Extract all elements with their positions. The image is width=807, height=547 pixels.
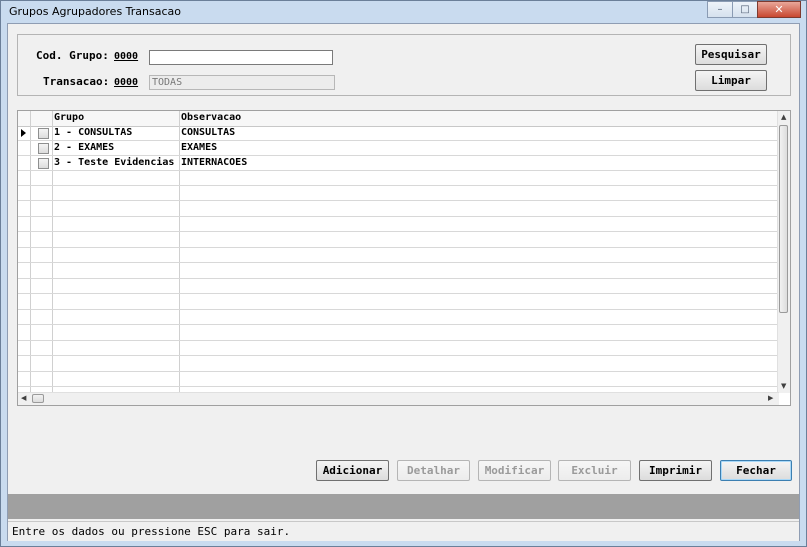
modificar-button[interactable]: Modificar [478,460,551,481]
transacao-input: TODAS [149,75,335,90]
row-checkbox[interactable] [38,158,49,169]
scroll-right-icon[interactable]: ▶ [768,394,773,402]
excluir-button[interactable]: Excluir [558,460,631,481]
close-button[interactable]: ✕ [757,1,801,18]
client-area: Cod. Grupo: 0000 Transacao: 0000 TODAS P… [7,23,800,541]
pesquisar-button[interactable]: Pesquisar [695,44,767,65]
column-header-observacao[interactable]: Observacao [181,112,241,123]
cell-observacao: INTERNACOES [181,157,248,168]
transacao-code[interactable]: 0000 [114,77,138,88]
detalhar-button[interactable]: Detalhar [397,460,470,481]
empty-row[interactable] [18,202,779,217]
empty-row[interactable] [18,186,779,201]
empty-row[interactable] [18,341,779,356]
status-message: Entre os dados ou pressione ESC para sai… [12,525,291,538]
empty-row[interactable] [18,217,779,232]
scroll-down-icon[interactable]: ▼ [781,382,786,390]
status-divider-bar [8,494,799,519]
empty-row[interactable] [18,310,779,325]
empty-row[interactable] [18,264,779,279]
empty-row[interactable] [18,372,779,387]
limpar-button[interactable]: Limpar [695,70,767,91]
title-bar[interactable]: Grupos Agrupadores Transacao – □ ✕ [1,1,806,23]
row-checkbox[interactable] [38,128,49,139]
scroll-left-icon[interactable]: ◀ [21,394,26,402]
window-title: Grupos Agrupadores Transacao [9,5,181,18]
vertical-scroll-thumb[interactable] [779,125,788,313]
cod-grupo-label: Cod. Grupo: [36,49,109,62]
imprimir-button[interactable]: Imprimir [639,460,712,481]
horizontal-scroll-thumb[interactable] [32,394,44,403]
empty-row[interactable] [18,279,779,294]
column-header-grupo[interactable]: Grupo [54,112,84,123]
row-checkbox[interactable] [38,143,49,154]
cell-grupo: 2 - EXAMES [54,142,115,153]
fechar-button[interactable]: Fechar [720,460,792,481]
minimize-button[interactable]: – [707,1,733,18]
table-row[interactable]: 3 - Teste Evidencias INTERNACOES [18,156,779,171]
app-window: Grupos Agrupadores Transacao – □ ✕ Cod. … [0,0,807,547]
row-pointer-icon [21,129,26,137]
empty-row[interactable] [18,357,779,372]
empty-row[interactable] [18,295,779,310]
empty-row[interactable] [18,326,779,341]
cell-observacao: EXAMES [181,142,218,153]
cell-grupo: 3 - Teste Evidencias [54,157,175,168]
table-row[interactable]: 2 - EXAMES EXAMES [18,141,779,156]
window-controls: – □ ✕ [707,1,801,18]
cod-grupo-code[interactable]: 0000 [114,51,138,62]
adicionar-button[interactable]: Adicionar [316,460,389,481]
empty-row[interactable] [18,233,779,248]
groups-grid[interactable]: Grupo Observacao 1 - CONSULTAS CONSULTAS… [17,110,791,406]
filter-panel: Cod. Grupo: 0000 Transacao: 0000 TODAS P… [17,34,791,96]
cod-grupo-input[interactable] [149,50,333,65]
empty-row[interactable] [18,171,779,186]
cell-observacao: CONSULTAS [181,127,236,138]
table-row[interactable]: 1 - CONSULTAS CONSULTAS [18,126,779,141]
grid-header: Grupo Observacao [18,111,779,127]
horizontal-scrollbar[interactable]: ◀ ▶ [18,392,779,405]
status-bar: Entre os dados ou pressione ESC para sai… [8,521,799,541]
cell-grupo: 1 - CONSULTAS [54,127,133,138]
empty-row[interactable] [18,248,779,263]
scroll-up-icon[interactable]: ▲ [781,113,786,121]
transacao-label: Transacao: [43,75,110,88]
vertical-scrollbar[interactable]: ▲ ▼ [777,111,790,393]
maximize-button[interactable]: □ [732,1,758,18]
